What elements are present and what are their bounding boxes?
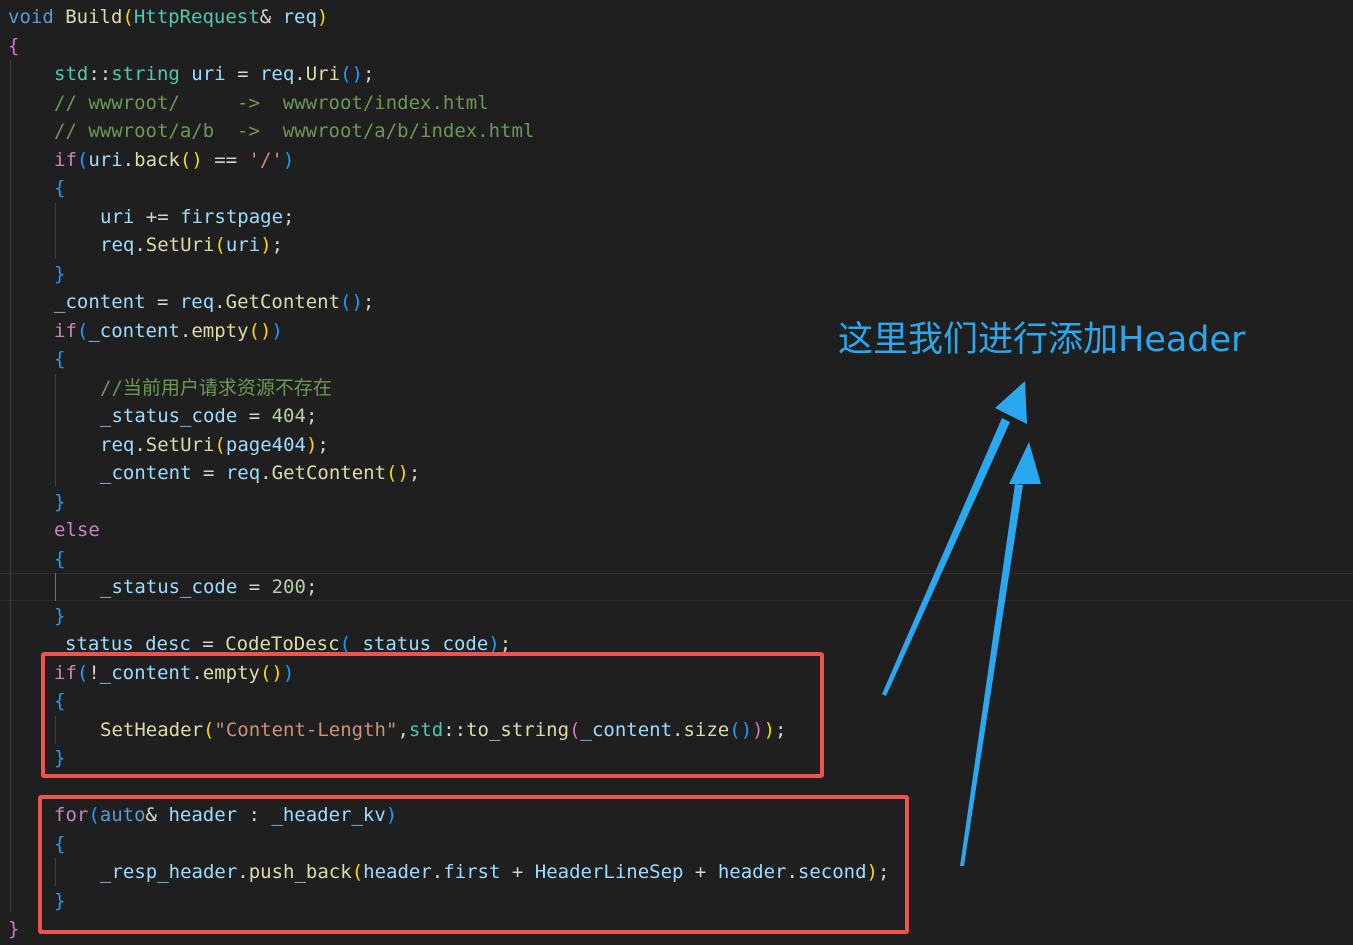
annotation-arrows	[882, 381, 1041, 866]
code-editor[interactable]: void Build(HttpRequest& req){std::string…	[0, 0, 1353, 945]
arrow-icon	[882, 381, 1027, 696]
